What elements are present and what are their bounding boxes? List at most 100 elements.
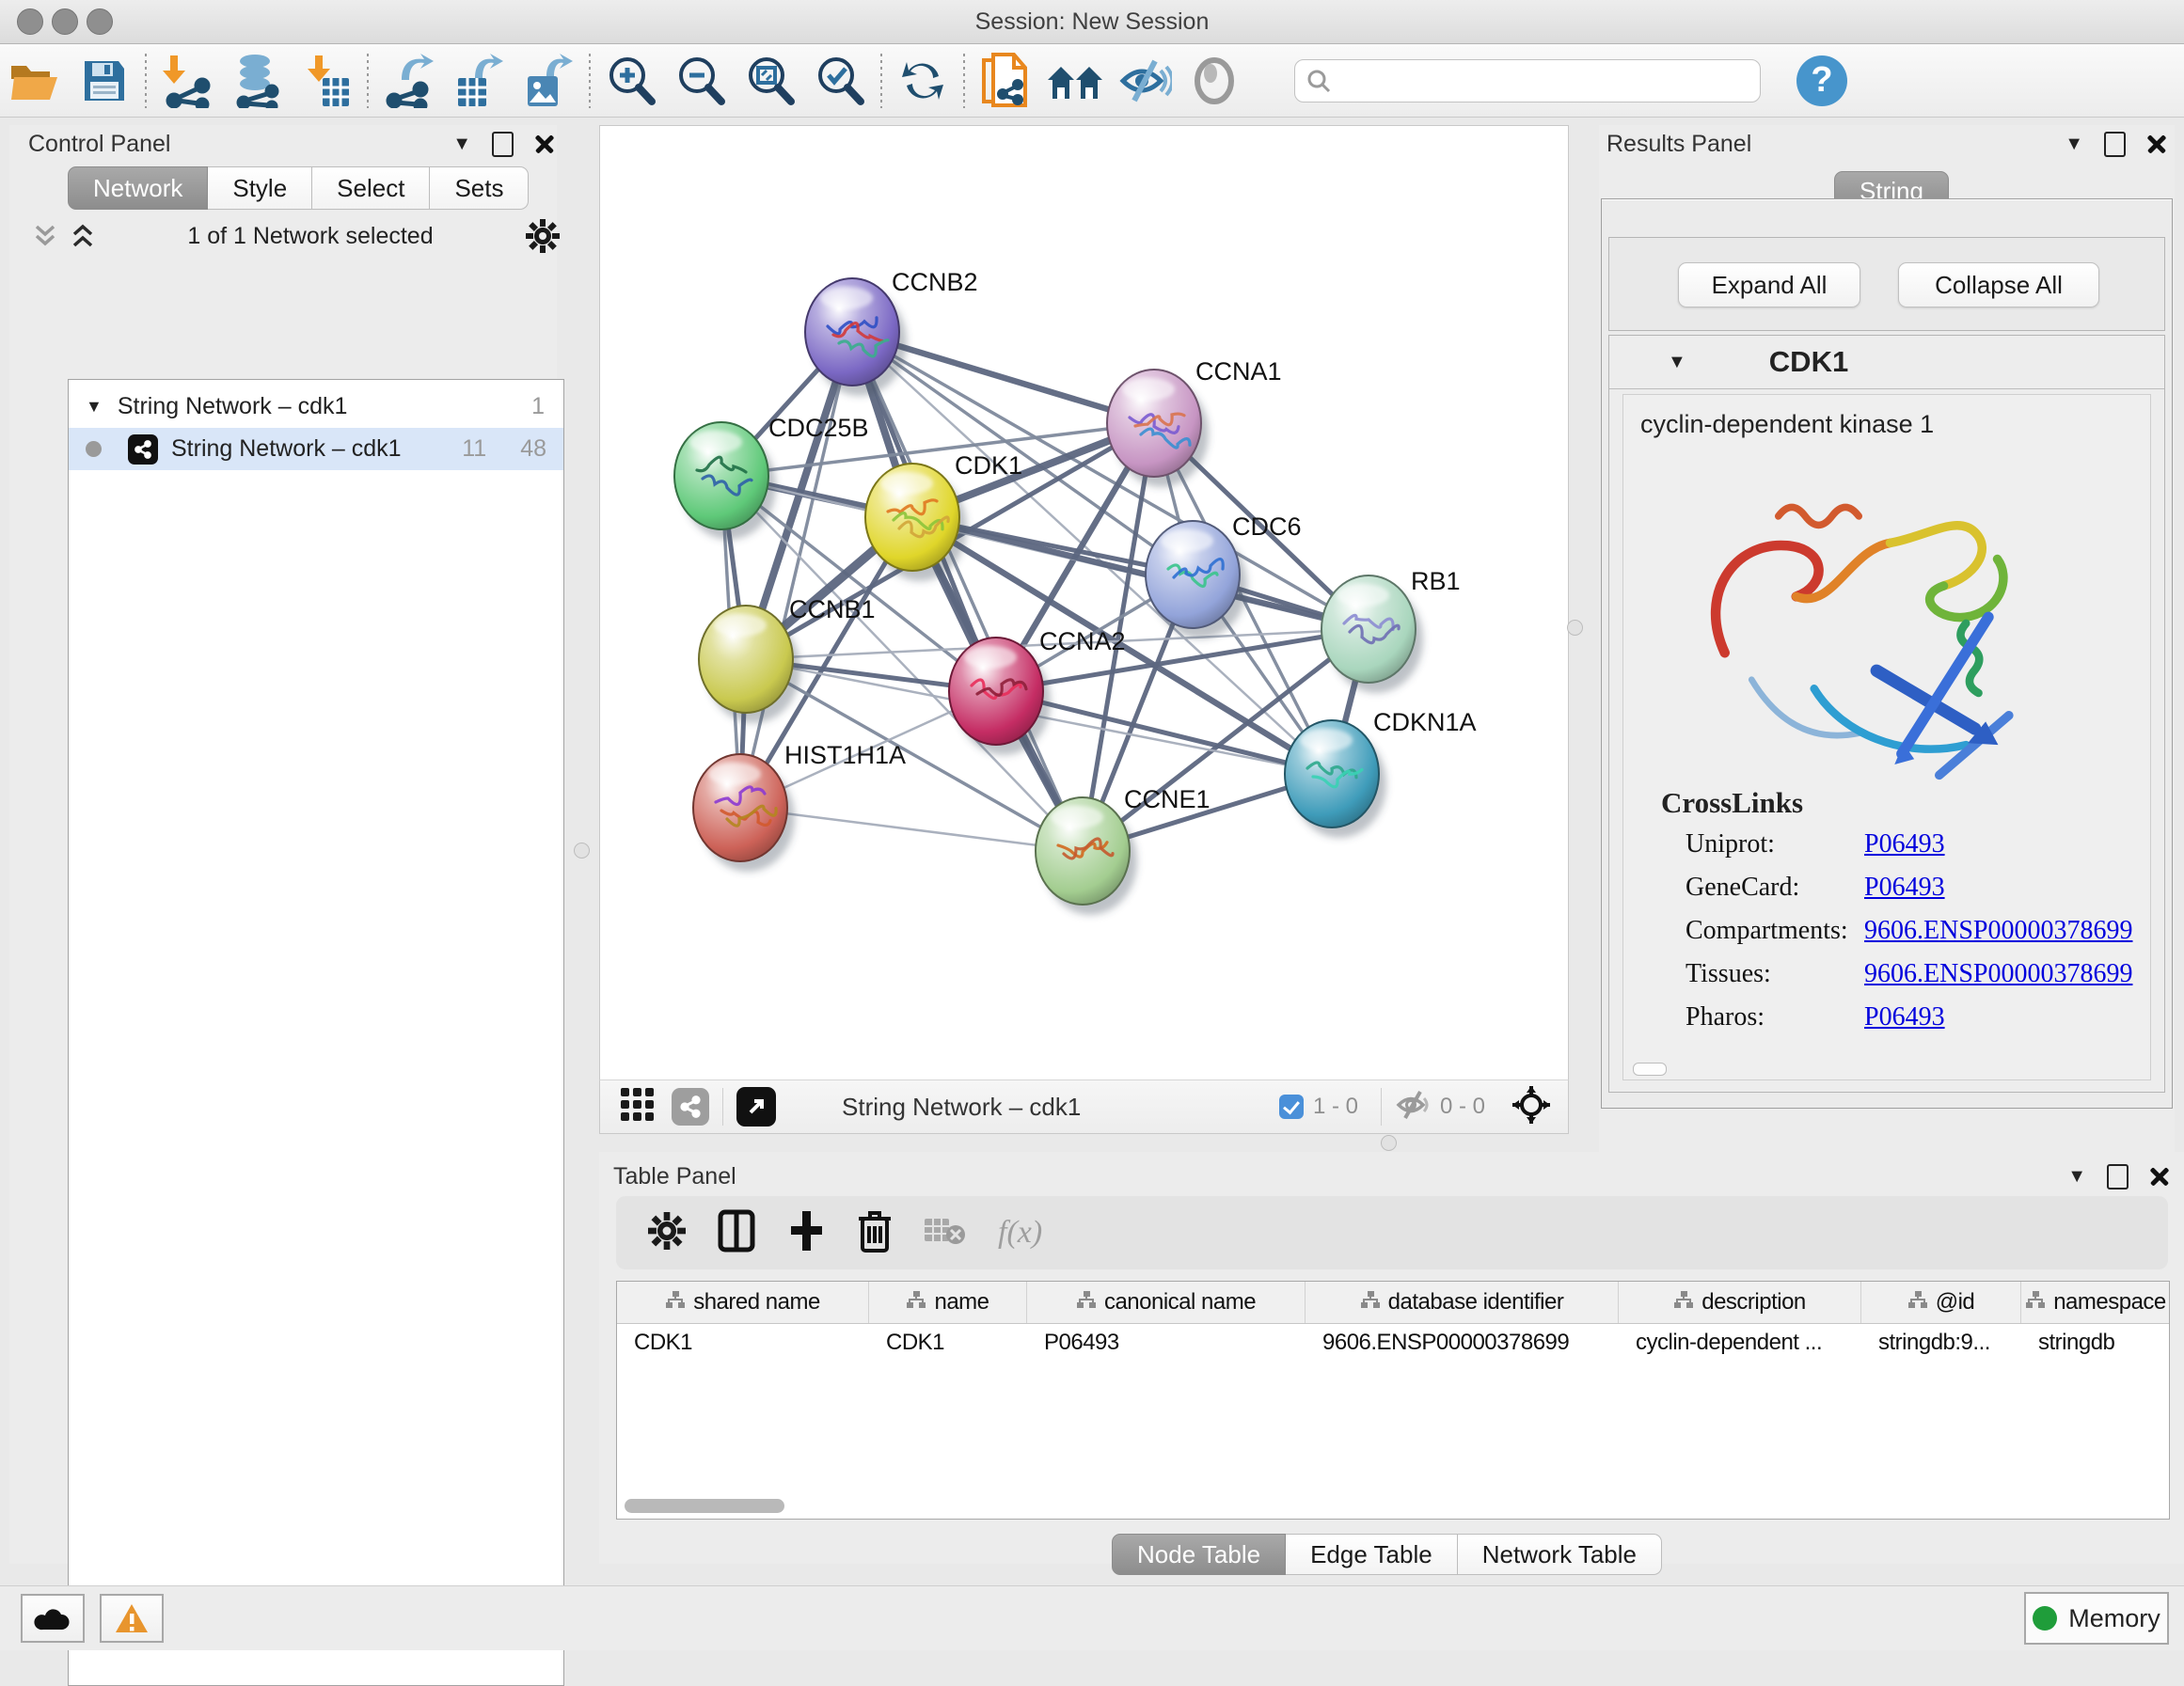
bottom-splitter-handle[interactable]	[1381, 1135, 1397, 1151]
tab-style[interactable]: Style	[208, 166, 312, 210]
minimize-window-icon[interactable]	[52, 8, 78, 35]
show-columns-icon[interactable]	[718, 1209, 755, 1257]
zoom-fit-icon[interactable]	[736, 51, 805, 111]
table-header-namespace[interactable]: namespace	[2021, 1282, 2170, 1323]
expand-all-button[interactable]: Expand All	[1678, 262, 1860, 307]
import-network-icon[interactable]	[152, 51, 222, 111]
close-panel-icon[interactable]	[534, 134, 555, 154]
table-hscroll-thumb[interactable]	[625, 1499, 784, 1513]
panel-menu-icon[interactable]: ▼	[452, 134, 471, 155]
panel-menu-icon[interactable]: ▼	[2067, 1166, 2086, 1188]
node-RB1[interactable]	[1321, 575, 1423, 693]
network-share-icon[interactable]	[672, 1088, 709, 1126]
network-collection-row[interactable]: ▼ String Network – cdk1 1	[69, 386, 563, 428]
close-panel-icon[interactable]	[2146, 134, 2167, 154]
crosslink-value-link[interactable]: P06493	[1864, 873, 1945, 903]
table-header-shared-name[interactable]: shared name	[617, 1282, 869, 1323]
right-splitter-handle[interactable]	[1567, 620, 1583, 636]
zoom-window-icon[interactable]	[87, 8, 113, 35]
zoom-in-icon[interactable]	[596, 51, 666, 111]
network-canvas[interactable]: CCNB2CCNA1CDC25BCDK1CDC6RB1CCNB1CCNA2CDK…	[599, 125, 1569, 1081]
collapse-all-button[interactable]: Collapse All	[1898, 262, 2099, 307]
float-panel-icon[interactable]	[2107, 1164, 2129, 1190]
memory-button[interactable]: Memory	[2024, 1592, 2169, 1645]
refresh-icon[interactable]	[888, 51, 957, 111]
hide-selected-icon[interactable]	[1110, 51, 1179, 111]
birdseye-view-icon[interactable]	[1511, 1085, 1551, 1129]
crosslink-value-link[interactable]: 9606.ENSP00000378699	[1864, 959, 2132, 989]
table-cell[interactable]: 9606.ENSP00000378699	[1306, 1323, 1619, 1363]
collapse-all-icon[interactable]	[33, 223, 57, 249]
table-header-database-identifier[interactable]: database identifier	[1306, 1282, 1619, 1323]
table-header-name[interactable]: name	[869, 1282, 1027, 1323]
save-session-icon[interactable]	[70, 51, 139, 111]
close-panel-icon[interactable]	[2149, 1166, 2170, 1187]
node-CCNE1[interactable]	[1036, 797, 1137, 915]
table-cell[interactable]: P06493	[1027, 1323, 1306, 1363]
export-table-icon[interactable]	[444, 51, 514, 111]
tab-network[interactable]: Network	[68, 166, 208, 210]
table-cell[interactable]: CDK1	[869, 1323, 1027, 1363]
warnings-button[interactable]	[100, 1594, 164, 1643]
node-CDKN1A[interactable]	[1285, 720, 1386, 838]
node-CDK1[interactable]	[865, 464, 967, 581]
table-header--id[interactable]: @id	[1861, 1282, 2021, 1323]
grid-view-icon[interactable]	[621, 1088, 655, 1127]
entry-header[interactable]: ▼ CDK1	[1609, 336, 2164, 389]
table-cell[interactable]: stringdb:9...	[1861, 1323, 2021, 1363]
node-HIST1H1A[interactable]	[693, 754, 795, 872]
node-CCNA1[interactable]	[1107, 370, 1209, 487]
import-table-icon[interactable]	[292, 51, 361, 111]
crosslinks-title: CrossLinks	[1661, 786, 1803, 820]
float-panel-icon[interactable]	[492, 132, 514, 157]
share-document-icon[interactable]	[971, 51, 1040, 111]
selected-nodes-checkbox-icon[interactable]	[1279, 1095, 1304, 1119]
table-cell[interactable]: CDK1	[617, 1323, 869, 1363]
show-all-icon[interactable]	[1179, 51, 1249, 111]
table-cell[interactable]: stringdb	[2021, 1323, 2170, 1363]
network-edges	[721, 332, 1369, 851]
export-image-icon[interactable]	[514, 51, 583, 111]
network-row[interactable]: String Network – cdk1 11 48	[69, 428, 563, 470]
open-session-icon[interactable]	[0, 51, 70, 111]
tab-network-table[interactable]: Network Table	[1458, 1534, 1662, 1575]
open-in-new-window-icon[interactable]	[736, 1087, 776, 1127]
table-row[interactable]: CDK1CDK1P064939606.ENSP00000378699cyclin…	[617, 1323, 2170, 1363]
table-options-gear-icon[interactable]	[648, 1212, 686, 1254]
help-button[interactable]: ?	[1796, 55, 1847, 106]
node-CCNA2[interactable]	[949, 638, 1051, 755]
table-header-canonical-name[interactable]: canonical name	[1027, 1282, 1306, 1323]
export-network-icon[interactable]	[374, 51, 444, 111]
tab-sets[interactable]: Sets	[430, 166, 529, 210]
add-column-icon[interactable]	[787, 1209, 825, 1257]
collection-expand-icon[interactable]: ▼	[86, 397, 103, 417]
home-icon[interactable]	[1040, 51, 1110, 111]
close-window-icon[interactable]	[17, 8, 43, 35]
edge-CCNB2-CCNE1[interactable]	[852, 332, 1083, 851]
expand-all-icon[interactable]	[71, 223, 95, 249]
zoom-selected-icon[interactable]	[805, 51, 875, 111]
table-cell[interactable]: cyclin-dependent ...	[1619, 1323, 1861, 1363]
search-input[interactable]	[1331, 67, 1749, 95]
crosslink-value-link[interactable]: P06493	[1864, 829, 1945, 859]
import-database-icon[interactable]	[222, 51, 292, 111]
entry-collapse-icon[interactable]: ▼	[1668, 352, 1686, 373]
crosslink-value-link[interactable]: P06493	[1864, 1002, 1945, 1032]
crosslink-value-link[interactable]: 9606.ENSP00000378699	[1864, 916, 2132, 946]
edge-CCNB2-HIST1H1A[interactable]	[740, 332, 852, 808]
float-panel-icon[interactable]	[2104, 132, 2126, 157]
entry-hscroll-thumb[interactable]	[1633, 1063, 1667, 1076]
node-CDC25B[interactable]	[674, 422, 776, 540]
zoom-out-icon[interactable]	[666, 51, 736, 111]
delete-column-icon[interactable]	[857, 1209, 893, 1257]
cloud-button[interactable]	[21, 1594, 85, 1643]
network-options-gear-icon[interactable]	[526, 219, 560, 253]
tab-select[interactable]: Select	[312, 166, 430, 210]
tab-edge-table[interactable]: Edge Table	[1286, 1534, 1458, 1575]
panel-menu-icon[interactable]: ▼	[2065, 134, 2083, 155]
toolbar-separator	[880, 54, 882, 108]
tab-node-table[interactable]: Node Table	[1112, 1534, 1286, 1575]
string-node-entry: ▼ CDK1 cyclin-dependent kinase 1 CrossLi…	[1608, 335, 2165, 1093]
table-header-description[interactable]: description	[1619, 1282, 1861, 1323]
left-splitter-handle[interactable]	[574, 843, 590, 859]
